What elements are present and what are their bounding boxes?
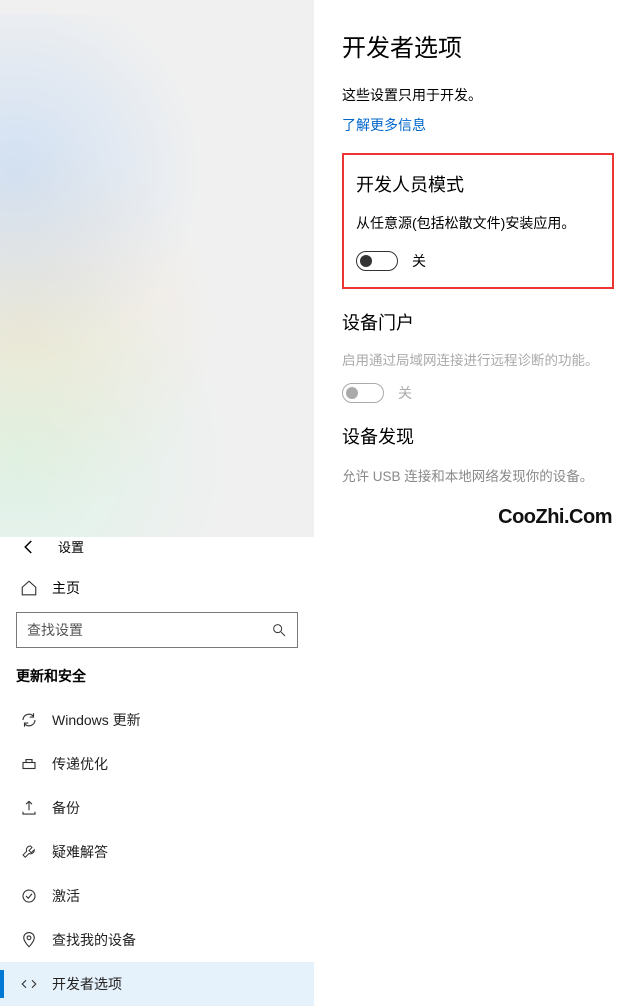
dev-mode-toggle-row: 关: [356, 251, 600, 271]
nav-label: 开发者选项: [52, 974, 122, 994]
nav-list: Windows 更新 传递优化 备份 疑难解答 激活: [0, 698, 314, 1006]
nav-label: 疑难解答: [52, 842, 108, 862]
nav-windows-update[interactable]: Windows 更新: [0, 698, 314, 742]
sync-icon: [20, 711, 38, 729]
find-device-icon: [20, 931, 38, 949]
window-title: 设置: [58, 537, 84, 556]
nav-developer-options[interactable]: 开发者选项: [0, 962, 314, 1006]
nav-troubleshoot[interactable]: 疑难解答: [0, 830, 314, 874]
dev-mode-title: 开发人员模式: [356, 171, 600, 197]
developer-icon: [20, 975, 38, 993]
device-discovery-section: 设备发现 允许 USB 连接和本地网络发现你的设备。: [342, 403, 622, 485]
nav-find-my-device[interactable]: 查找我的设备: [0, 918, 314, 962]
home-label: 主页: [52, 578, 80, 598]
delivery-icon: [20, 755, 38, 773]
section-title: 更新和安全: [0, 666, 314, 698]
page-subtitle: 这些设置只用于开发。: [342, 85, 622, 105]
nav-label: 备份: [52, 798, 80, 818]
device-discovery-title: 设备发现: [342, 423, 610, 449]
troubleshoot-icon: [20, 843, 38, 861]
nav-label: Windows 更新: [52, 710, 141, 730]
activation-icon: [20, 887, 38, 905]
device-portal-toggle-row: 关: [342, 383, 610, 403]
home-link[interactable]: 主页: [0, 568, 314, 612]
device-discovery-desc: 允许 USB 连接和本地网络发现你的设备。: [342, 465, 610, 485]
sidebar-background: [0, 14, 314, 537]
search-box[interactable]: [16, 612, 298, 648]
nav-delivery-optimization[interactable]: 传递优化: [0, 742, 314, 786]
device-portal-desc: 启用通过局域网连接进行远程诊断的功能。: [342, 349, 610, 369]
nav-backup[interactable]: 备份: [0, 786, 314, 830]
device-portal-section: 设备门户 启用通过局域网连接进行远程诊断的功能。 关: [342, 303, 622, 403]
dev-mode-toggle[interactable]: [356, 251, 398, 271]
toggle-knob: [346, 387, 358, 399]
sidebar: 设置 主页 更新和安全 Windows 更新: [0, 0, 314, 537]
learn-more-link[interactable]: 了解更多信息: [342, 115, 426, 135]
search-input[interactable]: [17, 613, 297, 647]
main-content: 开发者选项 这些设置只用于开发。 了解更多信息 开发人员模式 从任意源(包括松散…: [314, 0, 622, 537]
nav-activation[interactable]: 激活: [0, 874, 314, 918]
back-button[interactable]: [20, 538, 38, 556]
nav-label: 传递优化: [52, 754, 108, 774]
nav-label: 激活: [52, 886, 80, 906]
arrow-left-icon: [20, 538, 38, 556]
page-title: 开发者选项: [342, 28, 622, 63]
device-portal-toggle: [342, 383, 384, 403]
device-portal-state: 关: [398, 383, 412, 403]
home-icon: [20, 579, 38, 597]
dev-mode-state: 关: [412, 251, 426, 271]
watermark: CooZhi.Com: [498, 506, 612, 529]
backup-icon: [20, 799, 38, 817]
toggle-knob: [360, 255, 372, 267]
dev-mode-desc: 从任意源(包括松散文件)安装应用。: [356, 213, 600, 233]
search-icon: [271, 622, 287, 638]
title-bar: 设置: [0, 537, 314, 568]
developer-mode-section: 开发人员模式 从任意源(包括松散文件)安装应用。 关: [342, 153, 614, 289]
nav-label: 查找我的设备: [52, 930, 136, 950]
device-portal-title: 设备门户: [342, 309, 610, 335]
